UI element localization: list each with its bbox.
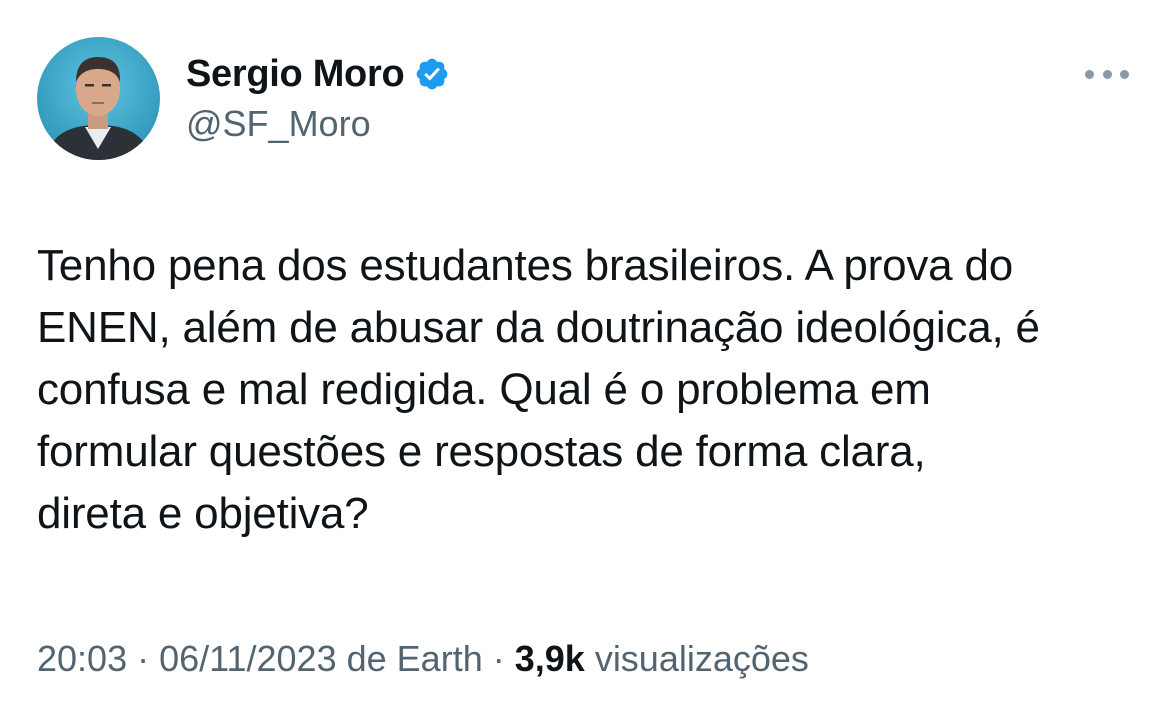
- meta-separator: ·: [127, 638, 160, 679]
- tweet-body: Tenho pena dos estudantes brasileiros. A…: [37, 235, 1137, 545]
- more-dot: [1085, 69, 1094, 79]
- tweet-text-line: direta e objetiva?: [37, 489, 369, 538]
- tweet-text-line: formular questões e respostas de forma c…: [37, 427, 926, 476]
- tweet-meta: 20:03 · 06/11/2023 de Earth · 3,9k visua…: [37, 638, 809, 680]
- views-label: visualizações: [594, 638, 809, 679]
- tweet-card: Sergio Moro @SF_Moro Tenho pena dos estu…: [0, 0, 1170, 718]
- more-dot: [1102, 69, 1112, 79]
- tweet-text-line: Tenho pena dos estudantes brasileiros. A…: [37, 241, 1013, 290]
- more-dot: [1120, 69, 1129, 79]
- tweet-source: de Earth: [346, 638, 483, 679]
- views-count[interactable]: 3,9k: [515, 638, 585, 679]
- tweet-time[interactable]: 20:03: [37, 638, 127, 679]
- tweet-text-line: ENEN, além de abusar da doutrinação ideo…: [37, 303, 1040, 352]
- author-display-name[interactable]: Sergio Moro: [186, 53, 405, 96]
- verified-badge-icon: [414, 56, 450, 92]
- more-options-icon[interactable]: [1085, 62, 1129, 86]
- avatar-photo: [37, 37, 160, 160]
- author-handle[interactable]: @SF_Moro: [186, 103, 371, 145]
- tweet-date[interactable]: 06/11/2023: [159, 638, 337, 679]
- author-name-row: Sergio Moro: [186, 50, 450, 98]
- author-avatar[interactable]: [37, 37, 160, 160]
- meta-separator: ·: [482, 638, 515, 679]
- tweet-text-line: confusa e mal redigida. Qual é o problem…: [37, 365, 931, 414]
